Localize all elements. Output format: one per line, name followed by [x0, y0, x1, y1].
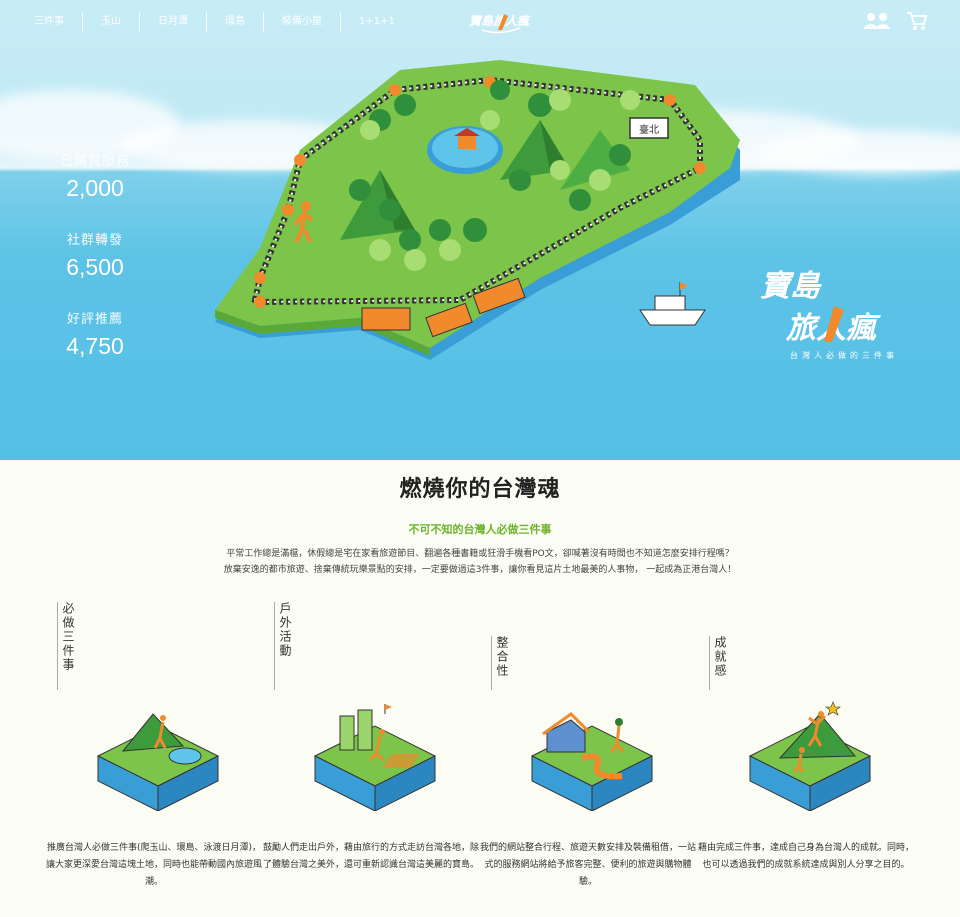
nav-item-three-things[interactable]: 三件事: [30, 12, 83, 32]
brand-logotype: 寶島 旅人瘋: [760, 269, 881, 346]
nav-item-round-island[interactable]: 環島: [207, 12, 264, 32]
members-icon[interactable]: [862, 11, 892, 31]
section-subtitle: 不可不知的台灣人必做三件事: [408, 523, 552, 536]
nav-item-one-plus[interactable]: 1+1+1: [341, 12, 413, 32]
cart-icon[interactable]: [906, 11, 928, 31]
stat-value-purchased: 2,000: [66, 175, 124, 201]
section-title: 燃燒你的台灣魂: [399, 477, 561, 502]
mountain-lake-tile-icon: [96, 713, 220, 811]
hero-banner: 三件事 玉山 日月潭 環島 裝備小屋 1+1+1 寶島旅人瘋 已購買服務 2,0…: [0, 0, 960, 460]
section-intro: 平常工作總是滿檔，休假總是宅在家看旅遊節目、翻遍各種書籍或狂滑手機看PO文，卻喊…: [0, 546, 960, 578]
nav-item-sun-moon-lake[interactable]: 日月潭: [140, 12, 207, 32]
summit-star-tile-icon: [748, 701, 872, 811]
nav-item-gear-shop[interactable]: 裝備小屋: [264, 12, 341, 32]
brand-subtitle: 台灣人必做的三件事: [790, 351, 898, 360]
stat-label-purchased: 已購買服務: [59, 154, 130, 169]
outdoor-activity-tile-icon: [313, 704, 437, 811]
feature-description: 我們的網站整合行程、旅遊天數安排及裝備租借，一站式的服務網站將給予旅客完整、便利…: [479, 843, 696, 887]
map-station-label: 臺北: [639, 123, 659, 136]
feature-heading: 戶外活動: [274, 602, 294, 690]
intro-line-2: 放棄安逸的都市旅遊、捨棄傳統玩樂景點的安排，一定要做過這3件事，讓你看見這片土地…: [223, 565, 737, 575]
feature-heading: 必做三件事: [57, 602, 77, 690]
stat-label-reviews: 好評推薦: [66, 312, 123, 327]
brand-line-1: 寶島: [760, 269, 822, 304]
stat-value-shares: 6,500: [66, 254, 124, 280]
feature-heading: 整合性: [491, 636, 511, 690]
house-path-tile-icon: [530, 712, 654, 811]
stat-value-reviews: 4,750: [66, 333, 124, 359]
feature-description: 推廣台灣人必做三件事(爬玉山、環島、泳渡日月潭)，讓大家更深愛台灣這塊土地，同時…: [45, 843, 262, 887]
site-logo[interactable]: 寶島旅人瘋: [464, 8, 534, 38]
feature-heading: 成就感: [709, 636, 729, 690]
nav-item-yushan[interactable]: 玉山: [83, 12, 140, 32]
stat-label-shares: 社群轉發: [66, 233, 123, 248]
feature-description: 鼓勵人們走出戶外，藉由旅行的方式走訪台灣各地，除了體驗台灣之美外，還可重新認識台…: [262, 843, 479, 870]
intro-line-1: 平常工作總是滿檔，休假總是宅在家看旅遊節目、翻遍各種書籍或狂滑手機看PO文，卻喊…: [226, 549, 734, 559]
main-nav: 三件事 玉山 日月潭 環島 裝備小屋 1+1+1: [30, 12, 413, 32]
stats-panel: 已購買服務 2,000 社群轉發 6,500 好評推薦 4,750: [40, 150, 150, 387]
island-map-illustration: 臺北: [215, 60, 740, 360]
feature-description: 藉由完成三件事，達成自己身為台灣人的成就。同時，也可以透過我們的成就系統達成與別…: [697, 843, 914, 870]
